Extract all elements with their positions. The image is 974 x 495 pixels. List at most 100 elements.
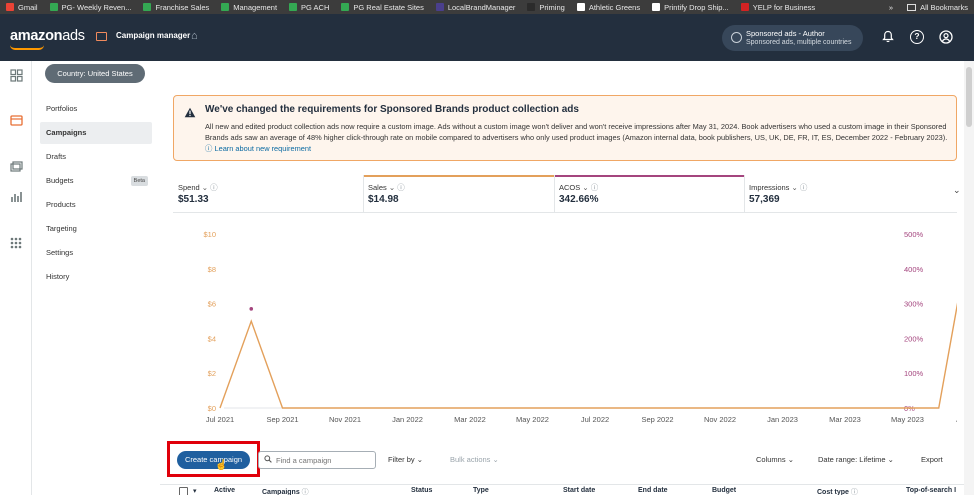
bookmark-item[interactable]: PG ACH <box>289 3 329 12</box>
sidenav-item-drafts[interactable]: Drafts <box>40 146 152 168</box>
metric-label-text: Spend <box>178 183 200 192</box>
chevron-down-icon: ⌄ <box>416 455 424 464</box>
info-icon[interactable]: ⓘ <box>849 489 858 495</box>
dashboard-icon[interactable] <box>9 69 23 83</box>
learn-more-link[interactable]: ⓘ Learn about new requirement <box>205 144 311 153</box>
chevron-down-icon[interactable]: ⌄ <box>389 183 395 192</box>
select-all-checkbox[interactable] <box>179 487 188 495</box>
column-header[interactable]: Start date <box>563 487 595 494</box>
column-header[interactable]: Budget <box>712 487 736 494</box>
sidenav-item-products[interactable]: Products <box>40 194 152 216</box>
alert-title: We've changed the requirements for Spons… <box>205 104 579 115</box>
bookmark-favicon-icon <box>576 3 585 11</box>
column-header[interactable]: Cost type ⓘ <box>817 487 858 495</box>
metric-card-acos[interactable]: ACOS ⌄ ⓘ 342.66% <box>554 175 744 212</box>
sidenav-item-targeting[interactable]: Targeting <box>40 218 152 240</box>
info-icon: ⓘ <box>205 144 213 153</box>
metric-card-impressions[interactable]: Impressions ⌄ ⓘ 57,369 <box>744 175 934 212</box>
bookmark-item[interactable]: Priming <box>527 3 565 12</box>
sidenav-item-portfolios[interactable]: Portfolios <box>40 98 152 120</box>
requirements-alert: We've changed the requirements for Spons… <box>173 95 957 161</box>
select-menu-chevron-icon[interactable]: ▾ <box>193 487 197 495</box>
metric-card-spend[interactable]: Spend ⌄ ⓘ $51.33 <box>173 175 363 212</box>
metric-label-text: ACOS <box>559 183 581 192</box>
info-icon[interactable]: ⓘ <box>300 489 309 495</box>
column-header[interactable]: Type <box>473 487 489 494</box>
bookmark-label: Athletic Greens <box>588 2 641 12</box>
bookmark-item[interactable]: Franchise Sales <box>143 3 209 12</box>
column-header[interactable]: Active <box>214 487 235 494</box>
info-icon[interactable]: ⓘ <box>591 183 599 192</box>
info-icon[interactable]: ⓘ <box>800 183 808 192</box>
bulk-actions-dropdown[interactable]: Bulk actions ⌄ <box>450 455 499 464</box>
bookmark-item[interactable]: Printify Drop Ship... <box>652 3 729 12</box>
apps-grid-icon[interactable] <box>9 237 23 251</box>
bookmark-label: LocalBrandManager <box>447 2 516 12</box>
sidenav-item-history[interactable]: History <box>40 266 152 288</box>
bookmarks-bar: Gmail PG- Weekly Reven... Franchise Sales M… <box>0 0 974 14</box>
metric-label: ACOS ⌄ ⓘ <box>559 182 598 193</box>
amazon-ads-logo[interactable]: amazonads <box>10 28 85 44</box>
help-icon[interactable]: ? <box>910 30 924 44</box>
bookmark-item[interactable]: LocalBrandManager <box>435 2 516 12</box>
column-header-label: Campaigns <box>262 489 300 495</box>
metric-card-sales[interactable]: Sales ⌄ ⓘ $14.98 <box>363 175 554 212</box>
sidenav-item-settings[interactable]: Settings <box>40 242 152 264</box>
country-selector[interactable]: Country: United States <box>45 64 145 83</box>
metric-separator <box>363 175 364 212</box>
logo-smile <box>10 45 44 50</box>
account-selector[interactable]: Sponsored ads - Author Sponsored ads, mu… <box>722 25 863 51</box>
y-right-tick-label: 400% <box>904 265 924 274</box>
metric-label: Sales ⌄ ⓘ <box>368 182 405 193</box>
column-header[interactable]: Top-of-search I <box>906 487 956 494</box>
sidenav-item-campaigns[interactable]: Campaigns <box>40 122 152 144</box>
info-icon[interactable]: ⓘ <box>397 183 405 192</box>
table-header: ▾ Active Campaigns ⓘ Status Type Start date E… <box>160 484 974 495</box>
all-bookmarks-link[interactable]: All Bookmarks <box>920 3 968 12</box>
chevron-down-icon[interactable]: ⌄ <box>202 183 208 192</box>
chevron-down-icon[interactable]: ⌄ <box>792 183 798 192</box>
x-tick-label: Jul 2021 <box>206 415 234 424</box>
column-header-label: Status <box>411 487 433 494</box>
scroll-thumb[interactable] <box>966 67 972 127</box>
home-icon[interactable]: ⌂ <box>191 30 198 42</box>
bookmark-item[interactable]: YELP for Business <box>740 3 815 12</box>
more-bookmarks-icon[interactable]: » <box>889 3 893 12</box>
create-campaign-button[interactable]: Create campaign <box>177 451 250 469</box>
folder-icon <box>907 3 917 11</box>
campaign-search[interactable] <box>258 451 376 469</box>
bookmark-item[interactable]: PG Real Estate Sites <box>341 3 424 12</box>
page-scrollbar[interactable] <box>964 61 974 495</box>
filter-by-dropdown[interactable]: Filter by ⌄ <box>388 455 423 464</box>
column-header-label: Budget <box>712 487 737 494</box>
column-header[interactable]: End date <box>638 487 668 494</box>
chevron-down-icon[interactable]: ⌄ <box>582 183 588 192</box>
y-right-tick-label: 200% <box>904 334 924 343</box>
user-account-icon[interactable] <box>939 30 953 44</box>
bell-icon[interactable] <box>881 30 895 44</box>
info-icon[interactable]: ⓘ <box>210 183 218 192</box>
media-icon[interactable] <box>9 161 23 175</box>
beta-badge: Beta <box>130 176 148 186</box>
hand-cursor-icon: ☝ <box>215 460 228 471</box>
reports-icon[interactable] <box>9 191 23 205</box>
column-header[interactable]: Campaigns ⓘ <box>262 487 309 495</box>
bookmark-item[interactable]: Gmail <box>6 3 38 12</box>
bookmark-item[interactable]: PG- Weekly Reven... <box>49 3 131 12</box>
sidenav-item-label: Budgets <box>46 176 74 185</box>
columns-dropdown[interactable]: Columns ⌄ <box>756 455 794 464</box>
bookmark-item[interactable]: Management <box>221 3 277 12</box>
bookmark-label: Franchise Sales <box>155 2 210 12</box>
export-button[interactable]: Export <box>921 455 943 464</box>
column-header[interactable]: Status <box>411 487 432 494</box>
bookmark-item[interactable]: Athletic Greens <box>576 2 641 12</box>
search-input[interactable] <box>276 454 374 466</box>
sidenav-item-budgets[interactable]: Budgets Beta <box>40 170 152 192</box>
y-left-tick-label: $6 <box>208 300 216 309</box>
x-tick-label: Sep 2022 <box>641 415 673 424</box>
y-left-tick-label: $2 <box>208 369 216 378</box>
metric-color-bar <box>744 175 934 177</box>
campaign-manager-rail-icon[interactable] <box>9 115 23 129</box>
date-range-dropdown[interactable]: Date range: Lifetime ⌄ <box>818 455 894 464</box>
expand-metrics-chevron-icon[interactable]: ⌄ <box>953 185 961 196</box>
